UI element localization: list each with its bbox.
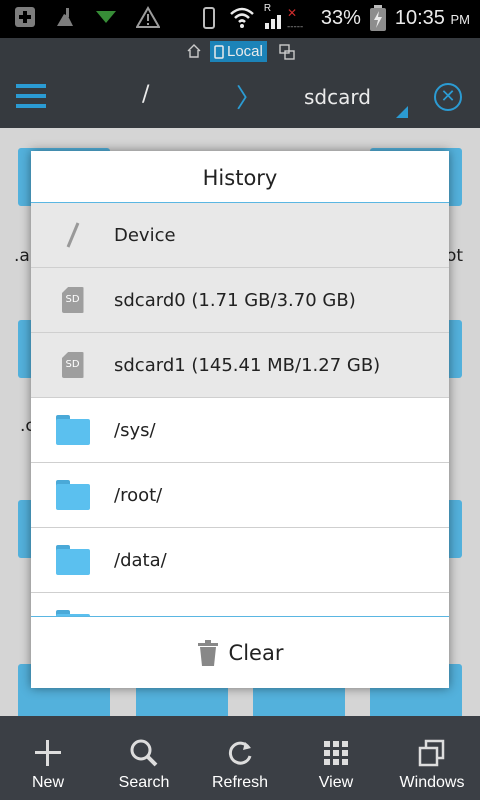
- folder-icon: [55, 610, 90, 616]
- history-item-label: /sys/: [114, 419, 156, 441]
- history-item-partial[interactable]: /: [31, 593, 449, 616]
- history-item-sys[interactable]: /sys/: [31, 398, 449, 463]
- dialog-title: History: [31, 151, 449, 203]
- slash-icon: [66, 222, 79, 248]
- folder-icon: [55, 545, 90, 575]
- view-label: View: [318, 774, 354, 791]
- new-button[interactable]: New: [0, 716, 96, 800]
- history-item-label: sdcard0 (1.71 GB/3.70 GB): [114, 289, 356, 311]
- new-label: New: [31, 774, 64, 791]
- search-icon: [130, 739, 158, 767]
- refresh-label: Refresh: [211, 774, 269, 791]
- folder-icon: [55, 480, 90, 510]
- search-label: Search: [118, 774, 170, 791]
- history-item-label: /: [114, 615, 120, 617]
- sd-card-icon: SD: [61, 352, 84, 378]
- history-item-sdcard0[interactable]: SD sdcard0 (1.71 GB/3.70 GB): [31, 268, 449, 333]
- windows-button[interactable]: Windows: [384, 716, 480, 800]
- history-dialog: History Device SD sdcard0 (1.71 GB/3.70 …: [31, 151, 449, 688]
- grid-view-icon: [324, 741, 348, 765]
- windows-label: Windows: [399, 774, 465, 791]
- sd-card-icon: SD: [61, 287, 84, 313]
- history-item-device[interactable]: Device: [31, 203, 449, 268]
- view-button[interactable]: View: [288, 716, 384, 800]
- refresh-button[interactable]: Refresh: [192, 716, 288, 800]
- search-button[interactable]: Search: [96, 716, 192, 800]
- windows-icon: [418, 739, 445, 767]
- trash-icon: [197, 640, 218, 666]
- history-item-label: sdcard1 (145.41 MB/1.27 GB): [114, 354, 381, 376]
- history-item-label: /data/: [114, 549, 167, 571]
- history-item-label: Device: [114, 224, 176, 246]
- plus-icon: [35, 740, 61, 766]
- clear-label: Clear: [228, 641, 284, 665]
- clear-button[interactable]: Clear: [31, 616, 449, 689]
- history-item-sdcard1[interactable]: SD sdcard1 (145.41 MB/1.27 GB): [31, 333, 449, 398]
- history-item-root[interactable]: /root/: [31, 463, 449, 528]
- folder-icon: [55, 415, 90, 445]
- history-item-data[interactable]: /data/: [31, 528, 449, 593]
- history-list: Device SD sdcard0 (1.71 GB/3.70 GB) SD s…: [31, 203, 449, 616]
- refresh-icon: [228, 741, 252, 765]
- bottom-toolbar: New Search Refresh View Windows: [0, 716, 480, 800]
- history-item-label: /root/: [114, 484, 163, 506]
